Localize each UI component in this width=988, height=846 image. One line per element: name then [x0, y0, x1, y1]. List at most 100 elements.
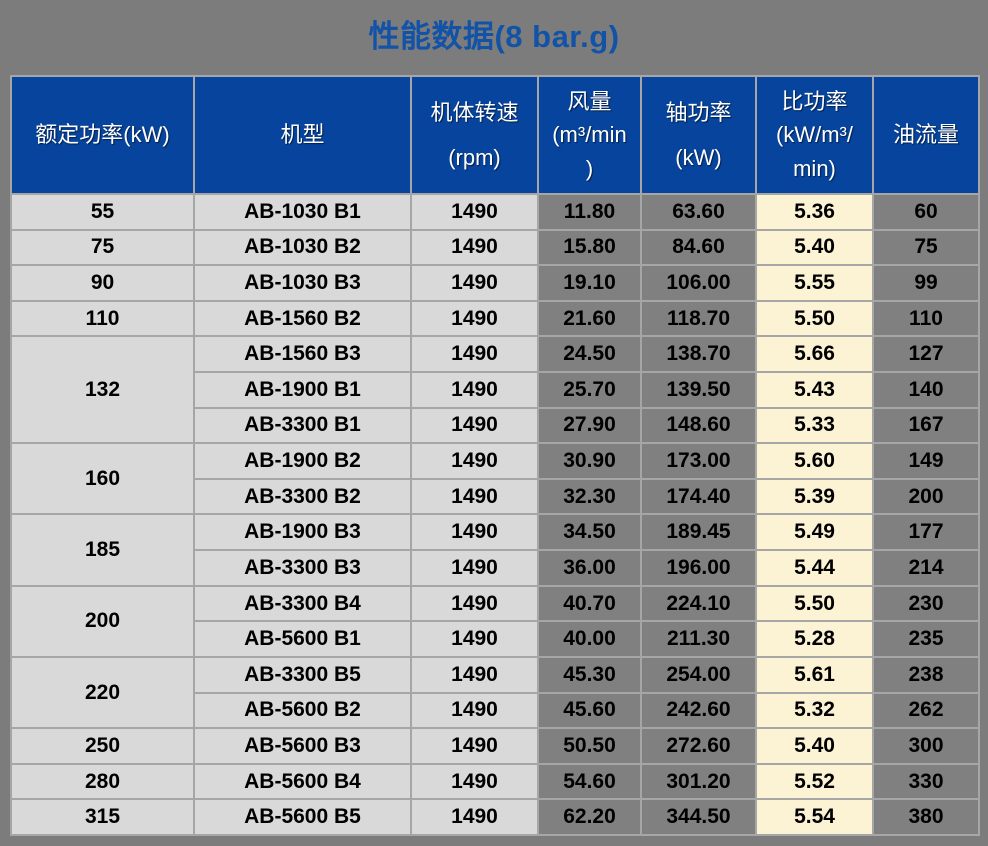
cell-specific: 5.33: [756, 408, 873, 444]
cell-oil: 99: [873, 265, 979, 301]
cell-oil: 380: [873, 799, 979, 835]
cell-specific: 5.39: [756, 479, 873, 515]
cell-power: 160: [11, 443, 194, 514]
cell-model: AB-3300 B3: [194, 550, 411, 586]
cell-rpm: 1490: [411, 693, 538, 729]
cell-rpm: 1490: [411, 550, 538, 586]
cell-flow: 40.70: [538, 586, 641, 622]
cell-power: 132: [11, 336, 194, 443]
cell-flow: 25.70: [538, 372, 641, 408]
cell-rpm: 1490: [411, 621, 538, 657]
column-header-rpm: 机体转速(rpm): [411, 76, 538, 194]
cell-power: 250: [11, 728, 194, 764]
cell-oil: 127: [873, 336, 979, 372]
cell-flow: 27.90: [538, 408, 641, 444]
cell-shaft: 254.00: [641, 657, 756, 693]
cell-model: AB-1900 B2: [194, 443, 411, 479]
cell-specific: 5.60: [756, 443, 873, 479]
cell-model: AB-1030 B2: [194, 230, 411, 266]
cell-rpm: 1490: [411, 657, 538, 693]
cell-power: 110: [11, 301, 194, 337]
cell-shaft: 138.70: [641, 336, 756, 372]
cell-specific: 5.36: [756, 194, 873, 230]
cell-rpm: 1490: [411, 230, 538, 266]
column-header-power: 额定功率(kW): [11, 76, 194, 194]
cell-power: 185: [11, 514, 194, 585]
cell-shaft: 301.20: [641, 764, 756, 800]
cell-model: AB-5600 B3: [194, 728, 411, 764]
cell-oil: 262: [873, 693, 979, 729]
cell-oil: 235: [873, 621, 979, 657]
cell-model: AB-1900 B1: [194, 372, 411, 408]
table-row: 185AB-1900 B3149034.50189.455.49177: [11, 514, 979, 550]
cell-oil: 200: [873, 479, 979, 515]
cell-rpm: 1490: [411, 764, 538, 800]
table-header-row: 额定功率(kW)机型机体转速(rpm)风量(m³/min)轴功率(kW)比功率(…: [11, 76, 979, 194]
cell-shaft: 196.00: [641, 550, 756, 586]
table-row: 110AB-1560 B2149021.60118.705.50110: [11, 301, 979, 337]
cell-shaft: 211.30: [641, 621, 756, 657]
cell-specific: 5.28: [756, 621, 873, 657]
cell-model: AB-1560 B3: [194, 336, 411, 372]
cell-rpm: 1490: [411, 799, 538, 835]
cell-rpm: 1490: [411, 514, 538, 550]
cell-rpm: 1490: [411, 443, 538, 479]
cell-model: AB-1030 B3: [194, 265, 411, 301]
cell-rpm: 1490: [411, 479, 538, 515]
cell-power: 90: [11, 265, 194, 301]
table-row: 90AB-1030 B3149019.10106.005.5599: [11, 265, 979, 301]
cell-flow: 45.60: [538, 693, 641, 729]
cell-specific: 5.40: [756, 230, 873, 266]
cell-power: 55: [11, 194, 194, 230]
cell-rpm: 1490: [411, 336, 538, 372]
cell-flow: 36.00: [538, 550, 641, 586]
cell-model: AB-3300 B2: [194, 479, 411, 515]
cell-flow: 32.30: [538, 479, 641, 515]
column-header-oil: 油流量: [873, 76, 979, 194]
cell-oil: 214: [873, 550, 979, 586]
cell-rpm: 1490: [411, 586, 538, 622]
cell-power: 315: [11, 799, 194, 835]
cell-model: AB-5600 B2: [194, 693, 411, 729]
cell-rpm: 1490: [411, 408, 538, 444]
cell-power: 75: [11, 230, 194, 266]
cell-shaft: 189.45: [641, 514, 756, 550]
cell-flow: 50.50: [538, 728, 641, 764]
cell-oil: 60: [873, 194, 979, 230]
cell-shaft: 173.00: [641, 443, 756, 479]
cell-shaft: 344.50: [641, 799, 756, 835]
cell-oil: 75: [873, 230, 979, 266]
cell-model: AB-3300 B1: [194, 408, 411, 444]
cell-flow: 19.10: [538, 265, 641, 301]
table-row: 55AB-1030 B1149011.8063.605.3660: [11, 194, 979, 230]
cell-specific: 5.43: [756, 372, 873, 408]
column-header-specific: 比功率(kW/m³/min): [756, 76, 873, 194]
cell-model: AB-1900 B3: [194, 514, 411, 550]
cell-specific: 5.61: [756, 657, 873, 693]
cell-specific: 5.50: [756, 586, 873, 622]
cell-shaft: 84.60: [641, 230, 756, 266]
cell-oil: 238: [873, 657, 979, 693]
cell-oil: 149: [873, 443, 979, 479]
cell-shaft: 148.60: [641, 408, 756, 444]
table-row: 160AB-1900 B2149030.90173.005.60149: [11, 443, 979, 479]
cell-specific: 5.32: [756, 693, 873, 729]
cell-oil: 330: [873, 764, 979, 800]
cell-specific: 5.50: [756, 301, 873, 337]
cell-specific: 5.54: [756, 799, 873, 835]
cell-model: AB-3300 B4: [194, 586, 411, 622]
table-row: 315AB-5600 B5149062.20344.505.54380: [11, 799, 979, 835]
cell-shaft: 118.70: [641, 301, 756, 337]
cell-flow: 45.30: [538, 657, 641, 693]
cell-flow: 34.50: [538, 514, 641, 550]
cell-shaft: 224.10: [641, 586, 756, 622]
column-header-shaft: 轴功率(kW): [641, 76, 756, 194]
cell-oil: 167: [873, 408, 979, 444]
cell-specific: 5.44: [756, 550, 873, 586]
cell-specific: 5.55: [756, 265, 873, 301]
cell-flow: 15.80: [538, 230, 641, 266]
cell-specific: 5.66: [756, 336, 873, 372]
cell-oil: 110: [873, 301, 979, 337]
cell-specific: 5.52: [756, 764, 873, 800]
cell-shaft: 139.50: [641, 372, 756, 408]
